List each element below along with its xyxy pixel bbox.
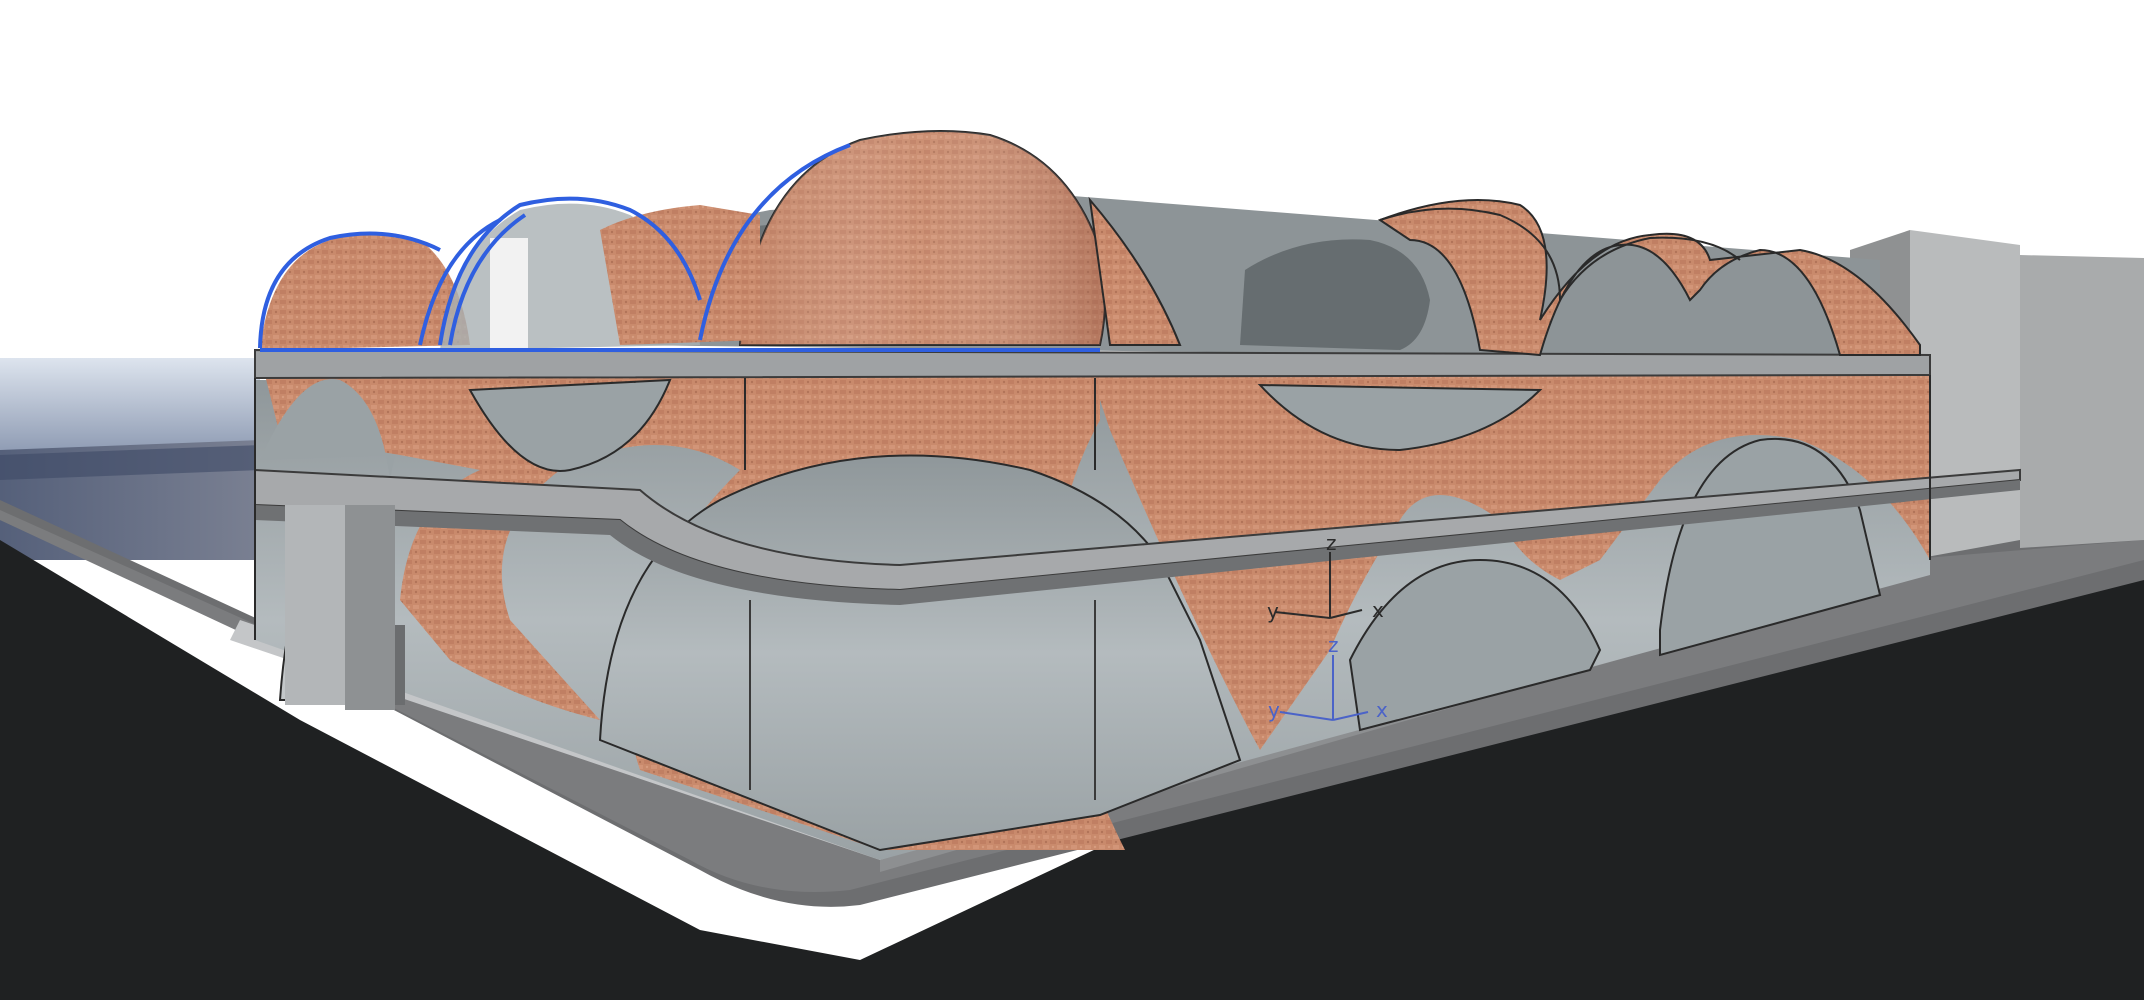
gizmo-lower-x-label: x	[1376, 698, 1388, 722]
gizmo-upper-y-label: y	[1267, 599, 1279, 623]
gizmo-upper-x-label: x	[1372, 598, 1384, 622]
entrance-column	[285, 505, 405, 710]
gizmo-lower-z-label: z	[1328, 633, 1339, 657]
3d-viewport[interactable]: z y x z y x	[0, 0, 2144, 1000]
roof-slab	[254, 348, 1931, 380]
gizmo-upper-z-label: z	[1326, 531, 1337, 555]
gizmo-lower-y-label: y	[1268, 698, 1280, 722]
